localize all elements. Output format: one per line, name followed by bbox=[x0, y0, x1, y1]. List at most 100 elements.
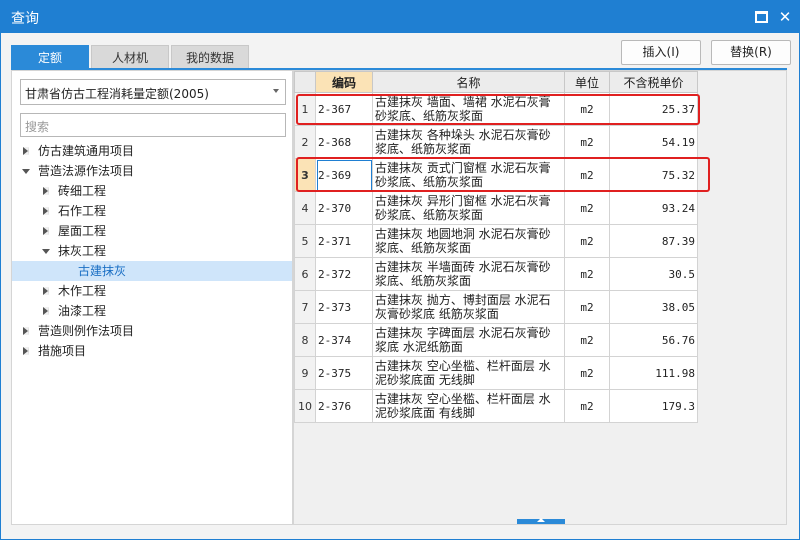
tree-node[interactable]: 油漆工程 bbox=[12, 301, 292, 321]
title-bar[interactable]: 查询 ✕ bbox=[1, 1, 799, 33]
code-cell[interactable]: 2-371 bbox=[315, 224, 373, 258]
tree-node[interactable]: 营造法源作法项目 bbox=[12, 161, 292, 181]
tab-labor-material-machine[interactable]: 人材机 bbox=[91, 45, 169, 69]
table-row[interactable]: 8 2-374 古建抹灰 字碑面层 水泥石灰膏砂浆底 水泥纸筋面 m2 56.76 bbox=[294, 323, 698, 357]
table-row[interactable]: 4 2-370 古建抹灰 异形门窗框 水泥石灰膏砂浆底、纸筋灰浆面 m2 93.24 bbox=[294, 191, 698, 225]
left-panel: 甘肃省仿古工程消耗量定额(2005) 搜索 仿古建筑通用项目营造法源作法项目砖细… bbox=[11, 70, 293, 525]
code-cell[interactable]: 2-374 bbox=[315, 323, 373, 357]
price-cell[interactable]: 56.76 bbox=[609, 323, 698, 357]
insert-button[interactable]: 插入(I) bbox=[621, 40, 701, 65]
tree-node[interactable]: 砖细工程 bbox=[12, 181, 292, 201]
unit-cell[interactable]: m2 bbox=[564, 290, 610, 324]
code-cell[interactable]: 2-373 bbox=[315, 290, 373, 324]
maximize-icon[interactable] bbox=[753, 9, 769, 25]
table-row[interactable]: 9 2-375 古建抹灰 空心坐槛、栏杆面层 水泥砂浆底面 无线脚 m2 111.98 bbox=[294, 356, 698, 390]
name-cell[interactable]: 古建抹灰 空心坐槛、栏杆面层 水泥砂浆底面 无线脚 bbox=[372, 356, 565, 390]
tab-my-data[interactable]: 我的数据 bbox=[171, 45, 249, 69]
replace-button[interactable]: 替换(R) bbox=[711, 40, 791, 65]
name-cell[interactable]: 古建抹灰 半墙面砖 水泥石灰膏砂浆底、纸筋灰浆面 bbox=[372, 257, 565, 291]
name-cell[interactable]: 古建抹灰 抛方、博封面层 水泥石灰膏砂浆底 纸筋灰浆面 bbox=[372, 290, 565, 324]
tree-node[interactable]: 石作工程 bbox=[12, 201, 292, 221]
table-row[interactable]: 6 2-372 古建抹灰 半墙面砖 水泥石灰膏砂浆底、纸筋灰浆面 m2 30.5 bbox=[294, 257, 698, 291]
table-row[interactable]: 3 2-369 古建抹灰 贡式门窗框 水泥石灰膏砂浆底、纸筋灰浆面 m2 75.32 bbox=[294, 158, 698, 192]
row-number[interactable]: 5 bbox=[294, 224, 316, 258]
row-number[interactable]: 7 bbox=[294, 290, 316, 324]
code-cell[interactable]: 2-367 bbox=[315, 92, 373, 126]
unit-cell[interactable]: m2 bbox=[564, 389, 610, 423]
name-cell[interactable]: 古建抹灰 墙面、墙裙 水泥石灰膏砂浆底、纸筋灰浆面 bbox=[372, 92, 565, 126]
tree-node[interactable]: 古建抹灰 bbox=[12, 261, 292, 281]
price-cell[interactable]: 25.37 bbox=[609, 92, 698, 126]
collapsed-arrow-icon[interactable] bbox=[43, 287, 49, 295]
unit-cell[interactable]: m2 bbox=[564, 125, 610, 159]
tree-node[interactable]: 抹灰工程 bbox=[12, 241, 292, 261]
price-column-header[interactable]: 不含税单价 bbox=[609, 71, 698, 93]
price-cell[interactable]: 54.19 bbox=[609, 125, 698, 159]
code-cell[interactable]: 2-376 bbox=[315, 389, 373, 423]
code-cell[interactable]: 2-372 bbox=[315, 257, 373, 291]
splitter-handle[interactable] bbox=[517, 518, 565, 524]
collapsed-arrow-icon[interactable] bbox=[23, 347, 29, 355]
close-icon[interactable]: ✕ bbox=[777, 9, 793, 25]
name-cell[interactable]: 古建抹灰 字碑面层 水泥石灰膏砂浆底 水泥纸筋面 bbox=[372, 323, 565, 357]
price-cell[interactable]: 179.3 bbox=[609, 389, 698, 423]
unit-cell[interactable]: m2 bbox=[564, 158, 610, 192]
tree-node[interactable]: 木作工程 bbox=[12, 281, 292, 301]
expanded-arrow-icon[interactable] bbox=[22, 169, 30, 174]
unit-cell[interactable]: m2 bbox=[564, 191, 610, 225]
collapsed-arrow-icon[interactable] bbox=[43, 207, 49, 215]
expanded-arrow-icon[interactable] bbox=[42, 249, 50, 254]
code-column-header[interactable]: 编码 bbox=[315, 71, 373, 93]
tree-node-label: 营造法源作法项目 bbox=[38, 164, 135, 178]
table-row[interactable]: 2 2-368 古建抹灰 各种垛头 水泥石灰膏砂浆底、纸筋灰浆面 m2 54.19 bbox=[294, 125, 698, 159]
table-row[interactable]: 7 2-373 古建抹灰 抛方、博封面层 水泥石灰膏砂浆底 纸筋灰浆面 m2 38.05 bbox=[294, 290, 698, 324]
code-cell[interactable]: 2-375 bbox=[315, 356, 373, 390]
library-select[interactable]: 甘肃省仿古工程消耗量定额(2005) bbox=[20, 79, 286, 105]
table-row[interactable]: 5 2-371 古建抹灰 地圆地洞 水泥石灰膏砂浆底、纸筋灰浆面 m2 87.39 bbox=[294, 224, 698, 258]
unit-column-header[interactable]: 单位 bbox=[564, 71, 610, 93]
row-number[interactable]: 10 bbox=[294, 389, 316, 423]
collapsed-arrow-icon[interactable] bbox=[43, 227, 49, 235]
unit-cell[interactable]: m2 bbox=[564, 92, 610, 126]
name-cell[interactable]: 古建抹灰 空心坐槛、栏杆面层 水泥砂浆底面 有线脚 bbox=[372, 389, 565, 423]
table-row[interactable]: 1 2-367 古建抹灰 墙面、墙裙 水泥石灰膏砂浆底、纸筋灰浆面 m2 25.37 bbox=[294, 92, 698, 126]
name-cell[interactable]: 古建抹灰 异形门窗框 水泥石灰膏砂浆底、纸筋灰浆面 bbox=[372, 191, 565, 225]
collapsed-arrow-icon[interactable] bbox=[43, 307, 49, 315]
row-number[interactable]: 8 bbox=[294, 323, 316, 357]
price-cell[interactable]: 38.05 bbox=[609, 290, 698, 324]
row-number[interactable]: 9 bbox=[294, 356, 316, 390]
price-cell[interactable]: 30.5 bbox=[609, 257, 698, 291]
price-cell[interactable]: 93.24 bbox=[609, 191, 698, 225]
unit-cell[interactable]: m2 bbox=[564, 356, 610, 390]
search-input[interactable]: 搜索 bbox=[20, 113, 286, 137]
tree-node[interactable]: 仿古建筑通用项目 bbox=[12, 141, 292, 161]
unit-cell[interactable]: m2 bbox=[564, 257, 610, 291]
row-number[interactable]: 6 bbox=[294, 257, 316, 291]
name-cell[interactable]: 古建抹灰 贡式门窗框 水泥石灰膏砂浆底、纸筋灰浆面 bbox=[372, 158, 565, 192]
name-column-header[interactable]: 名称 bbox=[372, 71, 565, 93]
collapsed-arrow-icon[interactable] bbox=[23, 327, 29, 335]
row-number[interactable]: 3 bbox=[294, 158, 316, 192]
price-cell[interactable]: 87.39 bbox=[609, 224, 698, 258]
row-number[interactable]: 2 bbox=[294, 125, 316, 159]
collapsed-arrow-icon[interactable] bbox=[43, 187, 49, 195]
collapsed-arrow-icon[interactable] bbox=[23, 147, 29, 155]
name-cell[interactable]: 古建抹灰 地圆地洞 水泥石灰膏砂浆底、纸筋灰浆面 bbox=[372, 224, 565, 258]
table-row[interactable]: 10 2-376 古建抹灰 空心坐槛、栏杆面层 水泥砂浆底面 有线脚 m2 179.3 bbox=[294, 389, 698, 423]
unit-cell[interactable]: m2 bbox=[564, 224, 610, 258]
row-number[interactable]: 1 bbox=[294, 92, 316, 126]
price-cell[interactable]: 111.98 bbox=[609, 356, 698, 390]
price-cell[interactable]: 75.32 bbox=[609, 158, 698, 192]
tree-node-label: 屋面工程 bbox=[58, 224, 107, 238]
unit-cell[interactable]: m2 bbox=[564, 323, 610, 357]
code-cell[interactable]: 2-370 bbox=[315, 191, 373, 225]
name-cell[interactable]: 古建抹灰 各种垛头 水泥石灰膏砂浆底、纸筋灰浆面 bbox=[372, 125, 565, 159]
code-cell[interactable]: 2-369 bbox=[315, 158, 373, 192]
tree-node[interactable]: 措施项目 bbox=[12, 341, 292, 361]
tree-node[interactable]: 屋面工程 bbox=[12, 221, 292, 241]
dropdown-arrow-icon[interactable] bbox=[273, 89, 279, 93]
tab-quota[interactable]: 定额 bbox=[11, 45, 89, 69]
code-cell[interactable]: 2-368 bbox=[315, 125, 373, 159]
row-number[interactable]: 4 bbox=[294, 191, 316, 225]
tree-node[interactable]: 营造则例作法项目 bbox=[12, 321, 292, 341]
